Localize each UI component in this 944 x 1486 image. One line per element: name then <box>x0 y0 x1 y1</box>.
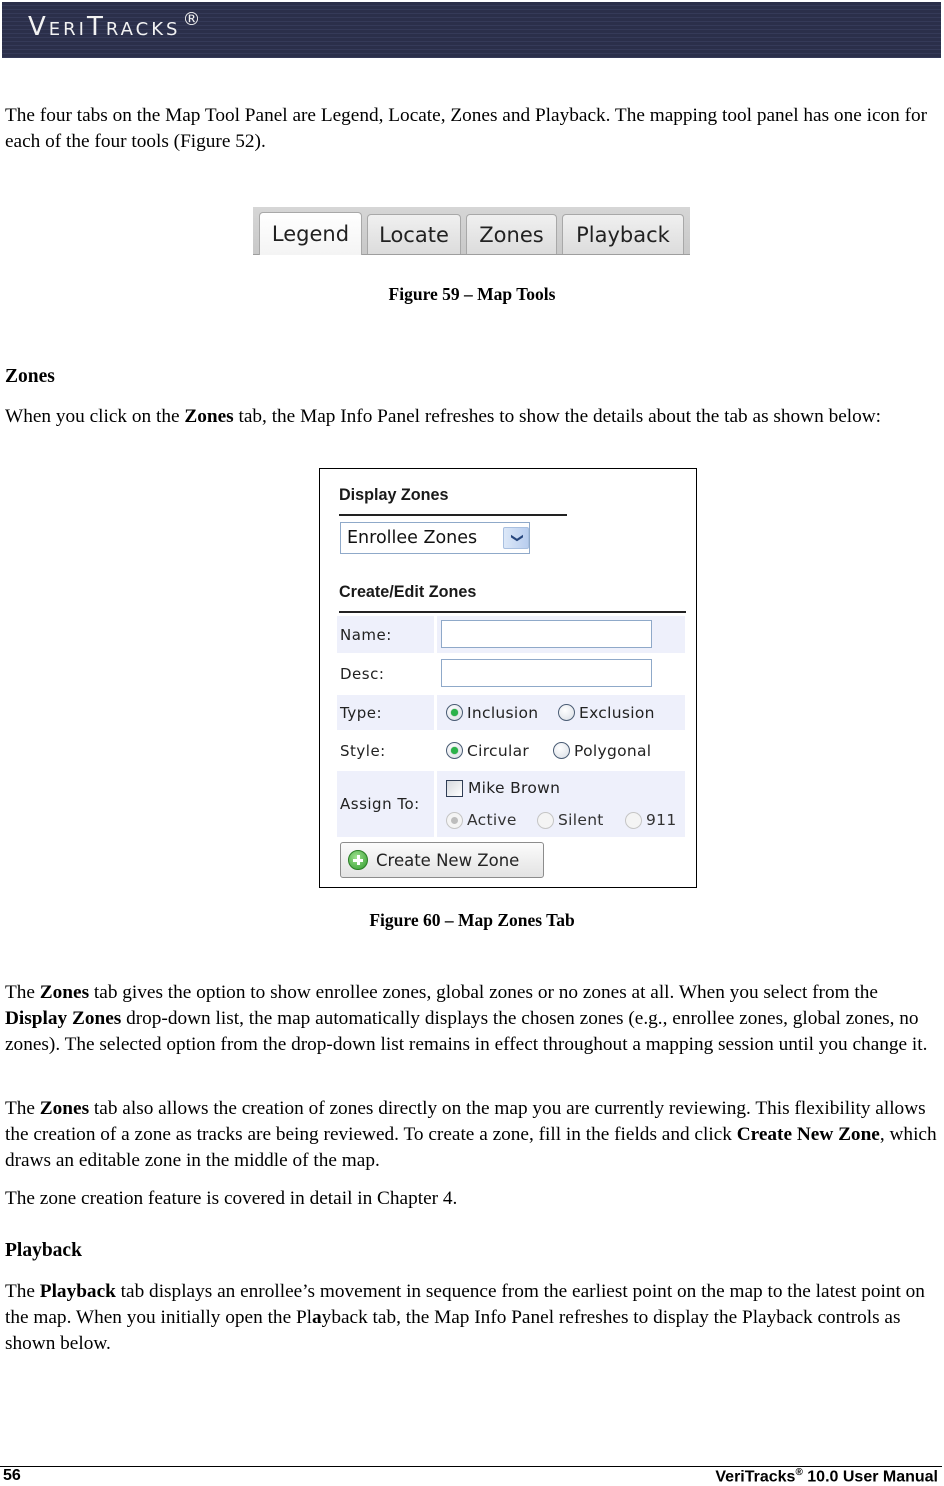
create-edit-zones-title: Create/Edit Zones <box>339 582 477 601</box>
zone-name-input[interactable] <box>441 620 652 648</box>
type-inclusion-radio[interactable]: Inclusion <box>446 695 538 730</box>
radio-disabled-icon[interactable] <box>625 811 642 829</box>
header-banner: VeriTracks ® <box>2 2 941 58</box>
display-zones-dropdown[interactable]: Enrollee Zones ❮ <box>340 522 530 554</box>
zones-intro-paragraph: When you click on the Zones tab, the Map… <box>5 406 882 427</box>
assign-to-cell: Mike Brown Active Silent 911 <box>437 771 685 837</box>
style-polygonal-radio[interactable]: Polygonal <box>553 733 651 768</box>
chevron-down-icon[interactable]: ❮ <box>503 527 529 549</box>
name-row: Name: <box>337 616 685 653</box>
style-circular-radio[interactable]: Circular <box>446 733 529 768</box>
intro-paragraph: The four tabs on the Map Tool Panel are … <box>5 105 928 152</box>
desc-cell <box>437 655 685 692</box>
registered-mark: ® <box>182 9 201 30</box>
assign-to-row: Assign To: Mike Brown Active Silent 911 <box>337 771 685 837</box>
type-label: Type: <box>337 695 434 730</box>
display-zones-selected-value: Enrollee Zones <box>347 528 478 548</box>
style-label: Style: <box>340 741 386 760</box>
manual-title: VeriTracks® 10.0 User Manual <box>715 1467 938 1486</box>
zones-body-paragraph-2: The Zones tab also allows the creation o… <box>5 1098 937 1171</box>
type-cell: Inclusion Exclusion <box>437 695 685 730</box>
type-row: Type: Inclusion Exclusion <box>337 695 685 730</box>
create-new-zone-label: Create New Zone <box>376 850 520 870</box>
radio-disabled-selected-icon[interactable] <box>446 811 463 829</box>
figure-59-caption: Figure 59 – Map Tools <box>388 284 556 304</box>
playback-paragraph: The Playback tab displays an enrollee’s … <box>5 1281 925 1354</box>
page-number: 56 <box>3 1467 21 1484</box>
radio-selected-icon[interactable] <box>446 704 463 721</box>
radio-unselected-icon[interactable] <box>553 742 570 759</box>
checkbox-icon[interactable] <box>446 779 463 797</box>
tab-locate[interactable]: Locate <box>367 214 461 254</box>
tab-legend[interactable]: Legend <box>259 212 362 255</box>
display-zones-title: Display Zones <box>339 485 449 504</box>
radio-unselected-icon[interactable] <box>558 704 575 721</box>
assign-enrollee-checkbox[interactable]: Mike Brown <box>446 773 560 803</box>
veritracks-logo: VeriTracks ® <box>28 9 201 42</box>
tab-playback[interactable]: Playback <box>562 214 684 254</box>
playback-heading: Playback <box>5 1240 82 1261</box>
plus-circle-icon <box>348 850 368 870</box>
assign-mode-911-radio[interactable]: 911 <box>625 805 677 835</box>
tab-zones[interactable]: Zones <box>466 214 557 254</box>
zones-heading: Zones <box>5 366 55 387</box>
assign-mode-silent-radio[interactable]: Silent <box>537 805 604 835</box>
create-edit-zones-rule <box>339 611 686 613</box>
style-row: Style: Circular Polygonal <box>337 733 685 768</box>
map-tools-tabstrip: Legend Locate Zones Playback <box>253 207 690 255</box>
name-label: Name: <box>337 616 434 653</box>
type-exclusion-radio[interactable]: Exclusion <box>558 695 655 730</box>
zone-desc-input[interactable] <box>441 659 652 687</box>
figure-60-caption: Figure 60 – Map Zones Tab <box>369 910 575 930</box>
desc-row: Desc: <box>337 655 685 692</box>
create-new-zone-button[interactable]: Create New Zone <box>340 842 544 878</box>
zones-body-paragraph-3: The zone creation feature is covered in … <box>5 1188 458 1209</box>
display-zones-rule <box>339 514 567 516</box>
assign-mode-active-radio[interactable]: Active <box>446 805 517 835</box>
logo-text: VeriTracks <box>28 12 181 42</box>
name-cell <box>437 616 685 653</box>
style-cell: Circular Polygonal <box>437 733 685 768</box>
radio-disabled-icon[interactable] <box>537 811 554 829</box>
assign-to-label: Assign To: <box>337 771 434 837</box>
map-zones-panel: Display Zones Enrollee Zones ❮ Create/Ed… <box>319 468 697 888</box>
desc-label: Desc: <box>340 664 385 683</box>
radio-selected-icon[interactable] <box>446 742 463 759</box>
zones-body-paragraph-1: The Zones tab gives the option to show e… <box>5 982 928 1055</box>
